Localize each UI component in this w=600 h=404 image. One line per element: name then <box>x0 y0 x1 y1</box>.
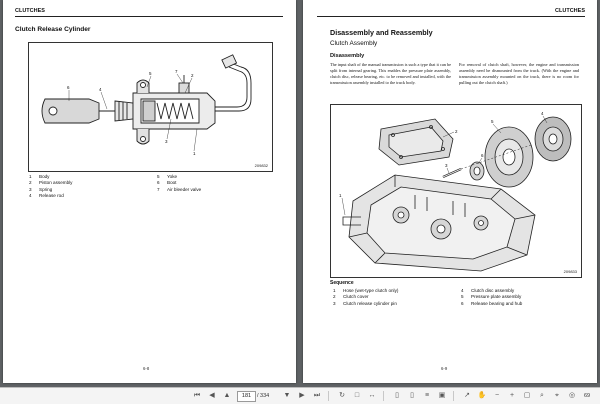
legend-item: 7 Air bleeder valve <box>157 186 202 192</box>
marquee-zoom-icon[interactable]: ⌕ <box>537 391 547 401</box>
sequence-label: Sequence <box>330 280 354 286</box>
legend-item: 4 Release rod <box>29 193 64 199</box>
header-label: CLUTCHES <box>15 8 45 14</box>
spread-icon[interactable]: ▣ <box>437 391 447 401</box>
single-page-icon[interactable]: ▯ <box>392 391 402 401</box>
clutch-release-cylinder-figure: 6 4 5 7 2 3 1 209832 <box>28 42 273 172</box>
sub-title: Clutch Assembly <box>330 40 378 47</box>
zoom-in-icon[interactable]: + <box>507 391 517 401</box>
page-up-button[interactable]: ▲ <box>222 391 232 401</box>
two-page-icon[interactable]: ▯ <box>407 391 417 401</box>
continuous-icon[interactable]: ≡ <box>422 391 432 401</box>
figure-code: 209833 <box>563 269 577 274</box>
callout-7: 7 <box>175 69 178 74</box>
clutch-assembly-figure: 2 6 5 4 3 1 209833 <box>330 104 582 278</box>
callout-6: 6 <box>481 153 484 158</box>
callout-6: 6 <box>67 85 70 90</box>
hand-tool-icon[interactable]: ✋ <box>477 391 487 401</box>
header-rule <box>317 16 585 17</box>
sequence-item: 3 Clutch release cylinder pin <box>333 300 397 306</box>
zoom-out-icon[interactable]: − <box>492 391 502 401</box>
callout-5: 5 <box>491 119 494 124</box>
loupe-icon[interactable]: ◎ <box>567 391 577 401</box>
header-label: CLUTCHES <box>555 8 585 14</box>
page-down-button[interactable]: ▼ <box>282 391 292 401</box>
callout-3: 3 <box>165 139 168 144</box>
toolbar-separator <box>328 391 329 401</box>
callout-5: 5 <box>149 71 152 76</box>
previous-page-button[interactable]: ◀ <box>207 391 217 401</box>
dynamic-zoom-icon[interactable]: ⌖ <box>552 391 562 401</box>
clutch-assembly-diagram: 2 6 5 4 3 1 <box>339 111 572 272</box>
sequence-column-1: 1 Hose (wet-type clutch only) 2 Clutch cov… <box>333 288 398 307</box>
callout-4: 4 <box>99 87 102 92</box>
viewer-toolbar: ⏮ ◀ ▲ 181 / 334 ▼ ▶ ⏭ ↻ □ ↔ ▯ ▯ ≡ ▣ ↗ ✋ … <box>0 387 600 404</box>
callout-1: 1 <box>339 193 342 198</box>
callout-3: 3 <box>445 163 448 168</box>
zoom-level[interactable]: 69 <box>584 391 590 401</box>
toolbar-separator <box>383 391 384 401</box>
legend-column-1: 1 Body 2 Piston assembly 3 Spring 4 Release … <box>29 174 72 200</box>
toolbar-separator <box>453 391 454 401</box>
paragraph-right: For removal of clutch shaft, however, th… <box>459 62 579 85</box>
release-cylinder-diagram: 6 4 5 7 2 3 1 <box>41 54 252 156</box>
callout-2: 2 <box>455 129 458 134</box>
callout-4: 4 <box>541 111 544 116</box>
page-number: 6-8 <box>143 366 150 371</box>
callout-1: 1 <box>193 151 196 156</box>
page-number: 6-9 <box>441 366 448 371</box>
first-page-button[interactable]: ⏮ <box>192 391 202 401</box>
left-page: CLUTCHES Clutch Release Cylinder 6 4 5 7… <box>3 0 296 383</box>
snapshot-icon[interactable]: ▢ <box>522 391 532 401</box>
fit-width-icon[interactable]: ↔ <box>367 391 377 401</box>
page-number-input[interactable]: 181 <box>237 391 256 402</box>
sequence-item: 6 Release bearing and hub <box>461 300 523 306</box>
right-page: CLUTCHES Disassembly and Reassembly Clut… <box>303 0 597 383</box>
select-tool-icon[interactable]: ↗ <box>462 391 472 401</box>
page-total: / 334 <box>257 393 270 399</box>
header-rule <box>15 16 283 17</box>
last-page-button[interactable]: ⏭ <box>312 391 322 401</box>
figure-code: 209832 <box>254 163 268 168</box>
callout-2: 2 <box>191 73 194 78</box>
rotate-icon[interactable]: ↻ <box>337 391 347 401</box>
paragraph-left: The input shaft of the manual transmissi… <box>330 62 452 85</box>
section-title: Clutch Release Cylinder <box>15 26 91 33</box>
section-title: Disassembly and Reassembly <box>330 28 433 37</box>
sequence-column-2: 4 Clutch disc assembly 5 Pressure plate as… <box>461 288 522 307</box>
fit-page-icon[interactable]: □ <box>352 391 362 401</box>
next-page-button[interactable]: ▶ <box>297 391 307 401</box>
legend-column-2: 5 Yoke 6 Boot 7 Air bleeder valve <box>157 174 201 193</box>
sub-sub-title: Disassembly <box>330 53 365 59</box>
